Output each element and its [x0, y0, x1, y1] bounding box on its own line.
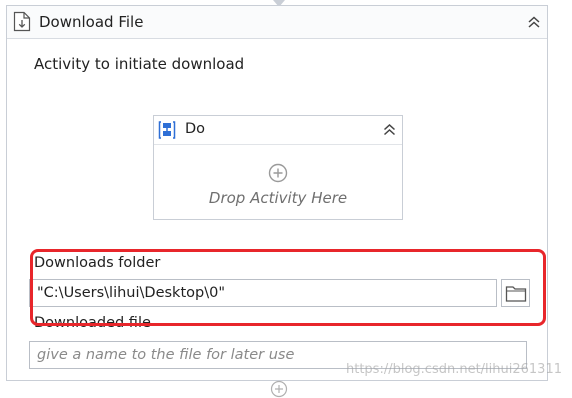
collapse-chevron-icon[interactable] — [381, 121, 398, 138]
do-sequence-container[interactable]: Do Drop Activity Here — [153, 115, 403, 220]
add-activity-icon[interactable] — [268, 163, 288, 183]
download-file-activity[interactable]: Download File Activity to initiate downl… — [6, 5, 548, 381]
drop-activity-hint: Drop Activity Here — [208, 189, 348, 207]
activity-header[interactable]: Download File — [7, 6, 547, 39]
downloads-folder-label: Downloads folder — [34, 255, 161, 271]
collapse-chevron-icon[interactable] — [525, 13, 543, 31]
sequence-icon — [158, 121, 176, 139]
file-download-icon — [13, 11, 31, 32]
browse-folder-button[interactable] — [501, 279, 530, 307]
section-label: Activity to initiate download — [34, 55, 245, 73]
add-activity-icon[interactable] — [270, 380, 288, 398]
do-title: Do — [185, 121, 206, 137]
do-header[interactable]: Do — [154, 116, 402, 145]
folder-icon — [505, 286, 527, 302]
downloads-folder-input[interactable]: "C:\Users\lihui\Desktop\0" — [29, 279, 497, 307]
watermark: https://blog.csdn.net/lihui261311 — [346, 362, 562, 377]
activity-title: Download File — [39, 13, 144, 31]
downloaded-file-label: Downloaded file — [34, 315, 151, 331]
